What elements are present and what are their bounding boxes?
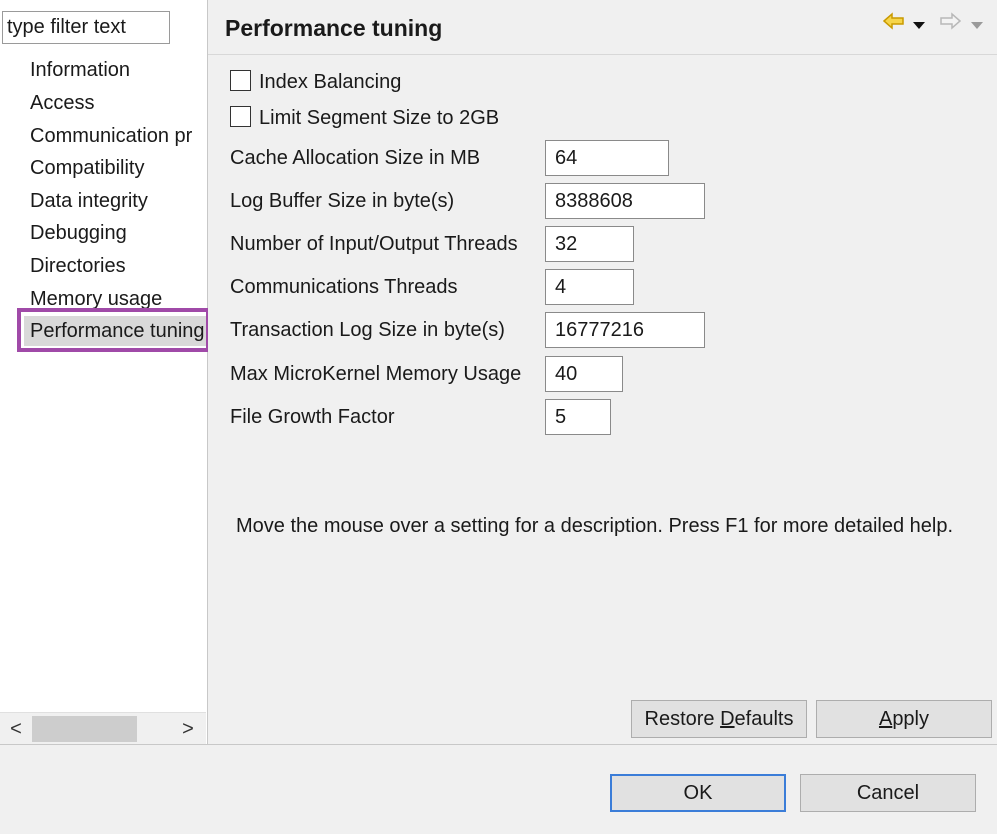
file-growth-factor-input[interactable] [545, 399, 611, 435]
tree-item-information[interactable]: Information [24, 55, 206, 85]
index-balancing-label: Index Balancing [259, 71, 402, 93]
apply-button[interactable]: Apply [816, 700, 992, 738]
restore-defaults-mnemonic: D [720, 707, 735, 730]
cache-allocation-input[interactable] [545, 140, 669, 176]
communications-threads-input[interactable] [545, 269, 634, 305]
max-microkernel-memory-input[interactable] [545, 356, 623, 392]
cancel-button[interactable]: Cancel [800, 774, 976, 812]
horizontal-scrollbar[interactable]: < > [0, 712, 206, 745]
title-divider [208, 54, 997, 55]
index-balancing-checkbox[interactable] [230, 70, 251, 92]
forward-arrow-icon[interactable] [939, 12, 962, 35]
dialog-button-bar-divider [0, 744, 997, 745]
ok-button[interactable]: OK [610, 774, 786, 812]
apply-mnemonic: A [878, 707, 893, 730]
preferences-tree-pane: Information Access Communication pr Comp… [0, 0, 210, 744]
tree-item-compatibility[interactable]: Compatibility [24, 153, 206, 183]
tree-item-memory-usage[interactable]: Memory usage [24, 284, 206, 314]
restore-defaults-label-post: efaults [734, 707, 794, 730]
tree-item-debugging[interactable]: Debugging [24, 218, 206, 248]
tree-item-performance-tuning[interactable]: Performance tuning [24, 316, 206, 346]
io-threads-label: Number of Input/Output Threads [230, 233, 518, 255]
back-arrow-icon[interactable] [882, 12, 905, 35]
scroll-left-icon[interactable]: < [4, 717, 28, 741]
cache-allocation-label: Cache Allocation Size in MB [230, 147, 481, 169]
index-balancing-checkbox-row[interactable]: Index Balancing [230, 67, 401, 97]
limit-segment-label: Limit Segment Size to 2GB [259, 107, 500, 129]
back-menu-chevron-down-icon[interactable] [912, 14, 926, 35]
filter-input[interactable] [2, 11, 170, 44]
page-title: Performance tuning [225, 15, 443, 41]
transaction-log-label: Transaction Log Size in byte(s) [230, 319, 505, 341]
log-buffer-input[interactable] [545, 183, 705, 219]
help-text: Move the mouse over a setting for a desc… [236, 515, 954, 537]
communications-threads-label: Communications Threads [230, 276, 458, 298]
restore-defaults-label-pre: Restore [644, 707, 721, 730]
transaction-log-input[interactable] [545, 312, 705, 348]
apply-label-post: pply [892, 707, 930, 730]
io-threads-input[interactable] [545, 226, 634, 262]
forward-menu-chevron-down-icon[interactable] [970, 14, 984, 35]
preference-page: Performance tuning Index Balancing Limit… [208, 0, 997, 744]
file-growth-factor-label: File Growth Factor [230, 406, 395, 428]
limit-segment-checkbox-row[interactable]: Limit Segment Size to 2GB [230, 103, 499, 133]
limit-segment-checkbox[interactable] [230, 106, 251, 128]
max-microkernel-memory-label: Max MicroKernel Memory Usage [230, 363, 522, 385]
scroll-thumb[interactable] [32, 716, 137, 742]
restore-defaults-button[interactable]: Restore Defaults [631, 700, 807, 738]
tree-item-communication[interactable]: Communication pr [24, 121, 206, 151]
tree-item-directories[interactable]: Directories [24, 251, 206, 281]
scroll-right-icon[interactable]: > [176, 717, 200, 741]
tree-item-access[interactable]: Access [24, 88, 206, 118]
log-buffer-label: Log Buffer Size in byte(s) [230, 190, 455, 212]
tree-item-data-integrity[interactable]: Data integrity [24, 186, 206, 216]
